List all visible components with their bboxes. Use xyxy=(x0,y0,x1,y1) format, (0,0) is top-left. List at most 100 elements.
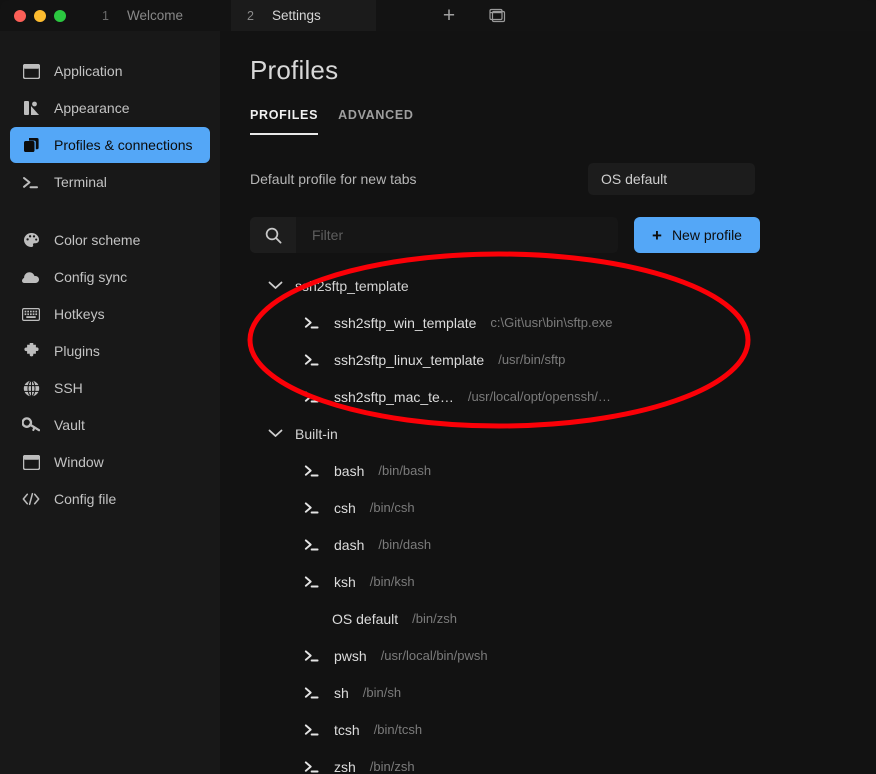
sidebar-item-label: SSH xyxy=(54,380,83,396)
default-profile-row: Default profile for new tabs OS default xyxy=(250,163,755,195)
filter-input[interactable] xyxy=(296,217,618,253)
search-icon[interactable] xyxy=(250,217,296,253)
profile-row-pwsh[interactable]: pwsh /usr/local/bin/pwsh xyxy=(246,637,876,674)
terminal-icon xyxy=(304,464,322,478)
sidebar-item-vault[interactable]: Vault xyxy=(10,407,210,443)
group-header-built-in[interactable]: Built-in xyxy=(246,415,876,452)
profile-path: /bin/sh xyxy=(362,685,402,700)
profile-name: ssh2sftp_mac_te… xyxy=(334,388,454,405)
sidebar-item-terminal[interactable]: Terminal xyxy=(10,164,210,200)
terminal-icon xyxy=(304,686,322,700)
palette-icon xyxy=(22,231,40,249)
profile-row-dash[interactable]: dash /bin/dash xyxy=(246,526,876,563)
group-header-ssh2sftp-template[interactable]: ssh2sftp_template xyxy=(246,267,876,304)
chevron-down-icon xyxy=(268,429,283,438)
profile-path: /bin/tcsh xyxy=(373,722,423,737)
sidebar-item-color-scheme[interactable]: Color scheme xyxy=(10,222,210,258)
profile-path: /bin/ksh xyxy=(369,574,415,589)
tab-strip: 1 Welcome 2 Settings xyxy=(86,0,376,31)
profile-row-ksh[interactable]: ksh /bin/ksh xyxy=(246,563,876,600)
settings-tabbar: PROFILES ADVANCED xyxy=(250,108,876,135)
sidebar-item-label: Vault xyxy=(54,417,85,433)
tab-label: Settings xyxy=(271,8,321,23)
profile-name: sh xyxy=(334,684,349,701)
terminal-icon xyxy=(304,760,322,774)
sidebar-item-label: Terminal xyxy=(54,174,107,190)
window-icon xyxy=(22,453,40,471)
new-profile-button[interactable]: + New profile xyxy=(634,217,760,253)
tab-welcome[interactable]: 1 Welcome xyxy=(86,0,231,31)
sidebar-item-plugins[interactable]: Plugins xyxy=(10,333,210,369)
sidebar-item-label: Color scheme xyxy=(54,232,141,248)
new-profile-label: New profile xyxy=(671,227,742,243)
profile-row-ssh2sftp-mac-template[interactable]: ssh2sftp_mac_te… /usr/local/opt/openssh/… xyxy=(246,378,876,415)
panes-icon xyxy=(488,8,505,22)
profile-row-os-default[interactable]: OS default /bin/zsh xyxy=(246,600,876,637)
application-icon xyxy=(22,62,40,80)
profile-row-csh[interactable]: csh /bin/csh xyxy=(246,489,876,526)
appearance-icon xyxy=(22,99,40,117)
sidebar-item-hotkeys[interactable]: Hotkeys xyxy=(10,296,210,332)
profile-path: /bin/dash xyxy=(378,537,432,552)
sidebar-item-application[interactable]: Application xyxy=(10,53,210,89)
profile-row-zsh[interactable]: zsh /bin/zsh xyxy=(246,748,876,774)
sidebar-item-window[interactable]: Window xyxy=(10,444,210,480)
settings-main-panel: Profiles PROFILES ADVANCED Default profi… xyxy=(220,31,876,774)
terminal-icon xyxy=(304,390,322,404)
sidebar-item-config-sync[interactable]: Config sync xyxy=(10,259,210,295)
traffic-lights xyxy=(0,9,86,22)
split-panes-button[interactable] xyxy=(486,5,508,27)
tab-settings[interactable]: 2 Settings xyxy=(231,0,376,31)
sidebar-item-ssh[interactable]: SSH xyxy=(10,370,210,406)
profile-name: csh xyxy=(334,499,356,516)
sidebar-item-label: Profiles & connections xyxy=(54,137,193,153)
tab-advanced[interactable]: ADVANCED xyxy=(338,108,414,135)
profile-path: /bin/zsh xyxy=(412,611,457,626)
maximize-window-button[interactable] xyxy=(54,9,66,22)
profile-name: ssh2sftp_win_template xyxy=(334,314,477,331)
terminal-icon xyxy=(22,173,40,191)
profile-name: pwsh xyxy=(334,647,367,664)
sidebar-item-appearance[interactable]: Appearance xyxy=(10,90,210,126)
profile-name: zsh xyxy=(334,758,356,774)
sidebar-divider xyxy=(0,200,220,222)
new-tab-button[interactable]: + xyxy=(438,5,460,27)
profile-row-ssh2sftp-linux-template[interactable]: ssh2sftp_linux_template /usr/bin/sftp xyxy=(246,341,876,378)
sidebar-item-config-file[interactable]: Config file xyxy=(10,481,210,517)
profiles-toolbar: + New profile xyxy=(250,217,876,253)
tab-index: 2 xyxy=(247,8,254,23)
profile-row-tcsh[interactable]: tcsh /bin/tcsh xyxy=(246,711,876,748)
plus-icon: + xyxy=(442,4,456,27)
terminal-icon xyxy=(304,649,322,663)
terminal-icon xyxy=(304,575,322,589)
profile-path: c:\Git\usr\bin\sftp.exe xyxy=(490,315,613,330)
sidebar-item-label: Window xyxy=(54,454,104,470)
terminal-icon xyxy=(304,501,322,515)
minimize-window-button[interactable] xyxy=(34,9,46,22)
close-window-button[interactable] xyxy=(14,9,26,22)
terminal-icon xyxy=(304,353,322,367)
profile-name: ksh xyxy=(334,573,356,590)
profiles-list: ssh2sftp_template ssh2sftp_win_template … xyxy=(246,267,876,774)
tab-profiles[interactable]: PROFILES xyxy=(250,108,319,135)
sidebar-item-profiles-and-connections[interactable]: Profiles & connections xyxy=(10,127,210,163)
profile-row-sh[interactable]: sh /bin/sh xyxy=(246,674,876,711)
sidebar-item-label: Application xyxy=(54,63,123,79)
tab-index: 1 xyxy=(102,8,109,23)
profile-row-bash[interactable]: bash /bin/bash xyxy=(246,452,876,489)
group-name: Built-in xyxy=(295,425,338,442)
filter-search-box xyxy=(250,217,618,253)
terminal-icon xyxy=(304,723,322,737)
cloud-icon xyxy=(22,268,40,286)
profile-path: /bin/csh xyxy=(369,500,415,515)
profile-name: dash xyxy=(334,536,365,553)
puzzle-icon xyxy=(22,342,40,360)
profile-path: /usr/local/bin/pwsh xyxy=(380,648,488,663)
sidebar-item-label: Plugins xyxy=(54,343,100,359)
terminal-icon xyxy=(304,316,322,330)
default-profile-select[interactable]: OS default xyxy=(588,163,755,195)
profile-path: /usr/local/opt/openssh/… xyxy=(467,389,611,404)
profile-row-ssh2sftp-win-template[interactable]: ssh2sftp_win_template c:\Git\usr\bin\sft… xyxy=(246,304,876,341)
keyboard-icon xyxy=(22,305,40,323)
page-title: Profiles xyxy=(250,55,339,85)
